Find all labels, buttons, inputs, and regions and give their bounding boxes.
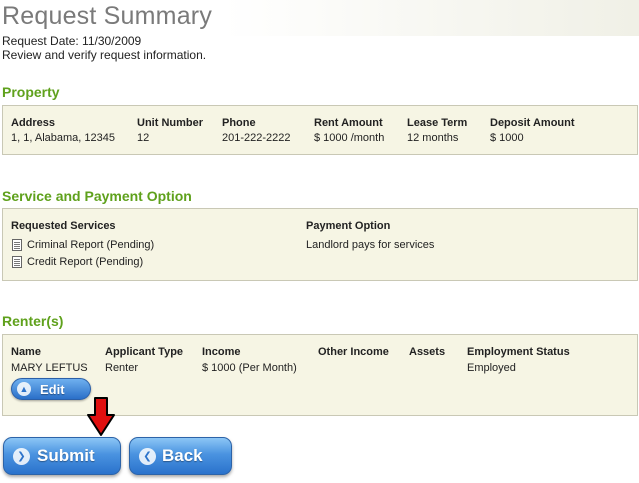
service-panel: Requested Services Criminal Report (Pend… bbox=[2, 208, 638, 281]
payment-option-label: Payment Option bbox=[306, 220, 391, 232]
document-icon bbox=[12, 239, 22, 251]
submit-button[interactable]: ❯ Submit bbox=[3, 437, 121, 475]
col-unit-number: Unit Number bbox=[137, 117, 203, 129]
col-name: Name bbox=[11, 346, 41, 358]
page-title: Request Summary bbox=[2, 2, 213, 30]
col-rent-amount: Rent Amount bbox=[314, 117, 383, 129]
service-item-credit: Credit Report (Pending) bbox=[27, 256, 144, 268]
col-other-income: Other Income bbox=[318, 346, 389, 358]
property-deposit-amount: $ 1000 bbox=[490, 132, 524, 144]
col-assets: Assets bbox=[409, 346, 446, 358]
request-date: Request Date: 11/30/2009 bbox=[2, 34, 142, 48]
property-lease-term: 12 months bbox=[407, 132, 459, 144]
chevron-right-icon: ❯ bbox=[13, 448, 30, 465]
document-icon bbox=[12, 256, 22, 268]
back-button-label: Back bbox=[162, 446, 203, 465]
property-address: 1, 1, Alabama, 12345 bbox=[11, 132, 115, 144]
property-rent-amount: $ 1000 /month bbox=[314, 132, 385, 144]
col-employment-status: Employment Status bbox=[467, 346, 570, 358]
chevron-left-icon: ❮ bbox=[139, 448, 156, 465]
renter-name: MARY LEFTUS bbox=[11, 362, 88, 374]
col-income: Income bbox=[202, 346, 241, 358]
renter-applicant-type: Renter bbox=[105, 362, 139, 374]
submit-button-label: Submit bbox=[37, 446, 95, 465]
col-applicant-type: Applicant Type bbox=[105, 346, 184, 358]
col-address: Address bbox=[11, 117, 56, 129]
requested-services-label: Requested Services bbox=[11, 220, 116, 232]
payment-option-value: Landlord pays for services bbox=[306, 239, 435, 251]
property-section-title: Property bbox=[2, 84, 60, 100]
renter-income: $ 1000 (Per Month) bbox=[202, 362, 297, 374]
service-section-title: Service and Payment Option bbox=[2, 188, 192, 204]
edit-button[interactable]: ▲ Edit bbox=[11, 378, 91, 400]
renters-section-title: Renter(s) bbox=[2, 313, 64, 329]
renter-employment-status: Employed bbox=[467, 362, 516, 374]
edit-button-label: Edit bbox=[40, 382, 65, 397]
page-subtitle: Review and verify request information. bbox=[2, 48, 207, 62]
property-panel: Address Unit Number Phone Rent Amount Le… bbox=[2, 105, 638, 155]
col-lease-term: Lease Term bbox=[407, 117, 468, 129]
col-deposit-amount: Deposit Amount bbox=[490, 117, 575, 129]
down-arrow-icon bbox=[87, 397, 115, 436]
back-button[interactable]: ❮ Back bbox=[129, 437, 232, 475]
property-phone: 201-222-2222 bbox=[222, 132, 291, 144]
property-unit-number: 12 bbox=[137, 132, 150, 144]
chevron-up-icon: ▲ bbox=[17, 382, 31, 396]
col-phone: Phone bbox=[222, 117, 256, 129]
service-item-criminal: Criminal Report (Pending) bbox=[27, 239, 155, 251]
